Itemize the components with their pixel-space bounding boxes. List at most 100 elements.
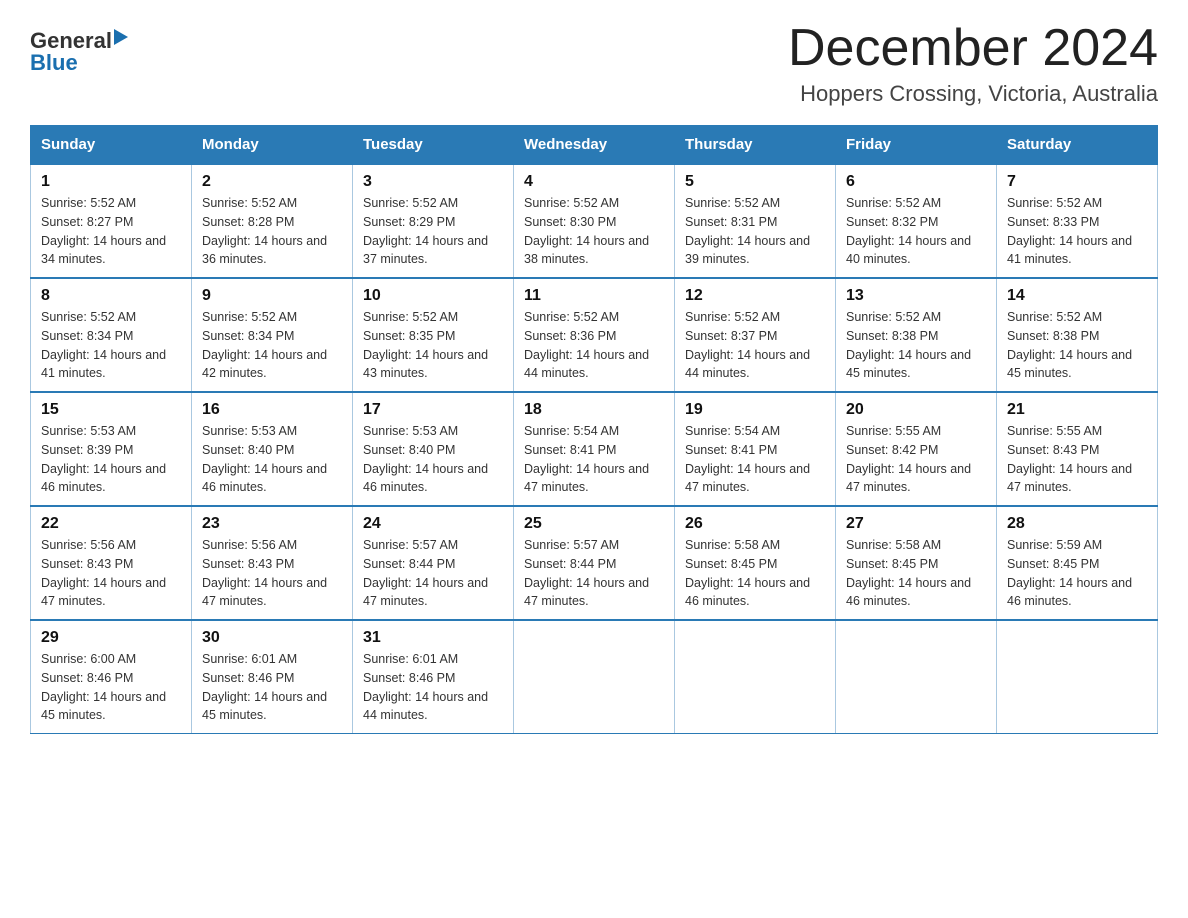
calendar-cell: 9 Sunrise: 5:52 AMSunset: 8:34 PMDayligh… [192, 278, 353, 392]
calendar-cell: 25 Sunrise: 5:57 AMSunset: 8:44 PMDaylig… [514, 506, 675, 620]
calendar-cell: 20 Sunrise: 5:55 AMSunset: 8:42 PMDaylig… [836, 392, 997, 506]
month-title: December 2024 [788, 20, 1158, 77]
day-info: Sunrise: 5:52 AMSunset: 8:30 PMDaylight:… [524, 196, 649, 266]
day-number: 25 [524, 515, 664, 533]
calendar-header-row: SundayMondayTuesdayWednesdayThursdayFrid… [31, 126, 1158, 165]
day-info: Sunrise: 5:52 AMSunset: 8:38 PMDaylight:… [1007, 310, 1132, 380]
day-number: 29 [41, 629, 181, 647]
calendar-cell: 23 Sunrise: 5:56 AMSunset: 8:43 PMDaylig… [192, 506, 353, 620]
calendar-cell: 1 Sunrise: 5:52 AMSunset: 8:27 PMDayligh… [31, 164, 192, 278]
day-info: Sunrise: 5:57 AMSunset: 8:44 PMDaylight:… [524, 538, 649, 608]
day-info: Sunrise: 5:59 AMSunset: 8:45 PMDaylight:… [1007, 538, 1132, 608]
day-number: 15 [41, 401, 181, 419]
calendar-cell: 16 Sunrise: 5:53 AMSunset: 8:40 PMDaylig… [192, 392, 353, 506]
calendar-cell: 30 Sunrise: 6:01 AMSunset: 8:46 PMDaylig… [192, 620, 353, 734]
day-info: Sunrise: 5:52 AMSunset: 8:28 PMDaylight:… [202, 196, 327, 266]
day-info: Sunrise: 5:53 AMSunset: 8:40 PMDaylight:… [363, 424, 488, 494]
day-number: 6 [846, 173, 986, 191]
day-info: Sunrise: 5:52 AMSunset: 8:34 PMDaylight:… [41, 310, 166, 380]
day-number: 31 [363, 629, 503, 647]
day-number: 5 [685, 173, 825, 191]
calendar-header-wednesday: Wednesday [514, 126, 675, 165]
day-number: 26 [685, 515, 825, 533]
day-number: 4 [524, 173, 664, 191]
day-info: Sunrise: 5:52 AMSunset: 8:31 PMDaylight:… [685, 196, 810, 266]
day-info: Sunrise: 5:55 AMSunset: 8:42 PMDaylight:… [846, 424, 971, 494]
day-number: 7 [1007, 173, 1147, 191]
day-number: 13 [846, 287, 986, 305]
calendar-cell: 10 Sunrise: 5:52 AMSunset: 8:35 PMDaylig… [353, 278, 514, 392]
calendar-cell: 15 Sunrise: 5:53 AMSunset: 8:39 PMDaylig… [31, 392, 192, 506]
day-info: Sunrise: 5:53 AMSunset: 8:39 PMDaylight:… [41, 424, 166, 494]
day-info: Sunrise: 5:52 AMSunset: 8:37 PMDaylight:… [685, 310, 810, 380]
calendar-cell: 26 Sunrise: 5:58 AMSunset: 8:45 PMDaylig… [675, 506, 836, 620]
day-info: Sunrise: 6:01 AMSunset: 8:46 PMDaylight:… [202, 652, 327, 722]
day-number: 17 [363, 401, 503, 419]
calendar-week-row: 29 Sunrise: 6:00 AMSunset: 8:46 PMDaylig… [31, 620, 1158, 734]
calendar-cell: 22 Sunrise: 5:56 AMSunset: 8:43 PMDaylig… [31, 506, 192, 620]
calendar-header-monday: Monday [192, 126, 353, 165]
day-number: 30 [202, 629, 342, 647]
day-number: 2 [202, 173, 342, 191]
calendar-week-row: 1 Sunrise: 5:52 AMSunset: 8:27 PMDayligh… [31, 164, 1158, 278]
day-number: 20 [846, 401, 986, 419]
day-number: 11 [524, 287, 664, 305]
day-number: 19 [685, 401, 825, 419]
day-info: Sunrise: 6:01 AMSunset: 8:46 PMDaylight:… [363, 652, 488, 722]
calendar-table: SundayMondayTuesdayWednesdayThursdayFrid… [30, 125, 1158, 734]
calendar-header-thursday: Thursday [675, 126, 836, 165]
calendar-cell: 31 Sunrise: 6:01 AMSunset: 8:46 PMDaylig… [353, 620, 514, 734]
location-title: Hoppers Crossing, Victoria, Australia [788, 81, 1158, 107]
logo-arrow-icon [114, 29, 128, 45]
day-number: 9 [202, 287, 342, 305]
calendar-cell: 11 Sunrise: 5:52 AMSunset: 8:36 PMDaylig… [514, 278, 675, 392]
calendar-cell: 19 Sunrise: 5:54 AMSunset: 8:41 PMDaylig… [675, 392, 836, 506]
day-info: Sunrise: 5:58 AMSunset: 8:45 PMDaylight:… [685, 538, 810, 608]
calendar-cell: 14 Sunrise: 5:52 AMSunset: 8:38 PMDaylig… [997, 278, 1158, 392]
calendar-cell: 7 Sunrise: 5:52 AMSunset: 8:33 PMDayligh… [997, 164, 1158, 278]
day-number: 22 [41, 515, 181, 533]
day-info: Sunrise: 5:58 AMSunset: 8:45 PMDaylight:… [846, 538, 971, 608]
calendar-cell: 13 Sunrise: 5:52 AMSunset: 8:38 PMDaylig… [836, 278, 997, 392]
title-area: December 2024 Hoppers Crossing, Victoria… [788, 20, 1158, 107]
calendar-cell: 3 Sunrise: 5:52 AMSunset: 8:29 PMDayligh… [353, 164, 514, 278]
day-info: Sunrise: 5:52 AMSunset: 8:36 PMDaylight:… [524, 310, 649, 380]
calendar-week-row: 22 Sunrise: 5:56 AMSunset: 8:43 PMDaylig… [31, 506, 1158, 620]
logo: General Blue [30, 30, 128, 74]
calendar-cell: 6 Sunrise: 5:52 AMSunset: 8:32 PMDayligh… [836, 164, 997, 278]
calendar-cell [675, 620, 836, 734]
calendar-cell: 24 Sunrise: 5:57 AMSunset: 8:44 PMDaylig… [353, 506, 514, 620]
calendar-body: 1 Sunrise: 5:52 AMSunset: 8:27 PMDayligh… [31, 164, 1158, 734]
calendar-header-sunday: Sunday [31, 126, 192, 165]
day-number: 8 [41, 287, 181, 305]
day-info: Sunrise: 5:52 AMSunset: 8:32 PMDaylight:… [846, 196, 971, 266]
calendar-cell [836, 620, 997, 734]
calendar-header-saturday: Saturday [997, 126, 1158, 165]
calendar-cell: 27 Sunrise: 5:58 AMSunset: 8:45 PMDaylig… [836, 506, 997, 620]
day-number: 1 [41, 173, 181, 191]
calendar-cell: 5 Sunrise: 5:52 AMSunset: 8:31 PMDayligh… [675, 164, 836, 278]
calendar-cell [997, 620, 1158, 734]
day-info: Sunrise: 5:56 AMSunset: 8:43 PMDaylight:… [202, 538, 327, 608]
day-info: Sunrise: 5:52 AMSunset: 8:34 PMDaylight:… [202, 310, 327, 380]
logo-blue-text: Blue [30, 52, 78, 74]
calendar-cell: 12 Sunrise: 5:52 AMSunset: 8:37 PMDaylig… [675, 278, 836, 392]
page-header: General Blue December 2024 Hoppers Cross… [30, 20, 1158, 107]
calendar-week-row: 8 Sunrise: 5:52 AMSunset: 8:34 PMDayligh… [31, 278, 1158, 392]
day-info: Sunrise: 5:52 AMSunset: 8:33 PMDaylight:… [1007, 196, 1132, 266]
calendar-cell: 18 Sunrise: 5:54 AMSunset: 8:41 PMDaylig… [514, 392, 675, 506]
logo-general-text: General [30, 30, 112, 52]
day-number: 10 [363, 287, 503, 305]
day-info: Sunrise: 5:54 AMSunset: 8:41 PMDaylight:… [524, 424, 649, 494]
day-number: 27 [846, 515, 986, 533]
day-number: 16 [202, 401, 342, 419]
day-info: Sunrise: 6:00 AMSunset: 8:46 PMDaylight:… [41, 652, 166, 722]
calendar-cell: 8 Sunrise: 5:52 AMSunset: 8:34 PMDayligh… [31, 278, 192, 392]
calendar-header-friday: Friday [836, 126, 997, 165]
day-number: 14 [1007, 287, 1147, 305]
calendar-header-tuesday: Tuesday [353, 126, 514, 165]
day-info: Sunrise: 5:53 AMSunset: 8:40 PMDaylight:… [202, 424, 327, 494]
calendar-cell: 17 Sunrise: 5:53 AMSunset: 8:40 PMDaylig… [353, 392, 514, 506]
calendar-week-row: 15 Sunrise: 5:53 AMSunset: 8:39 PMDaylig… [31, 392, 1158, 506]
day-info: Sunrise: 5:54 AMSunset: 8:41 PMDaylight:… [685, 424, 810, 494]
